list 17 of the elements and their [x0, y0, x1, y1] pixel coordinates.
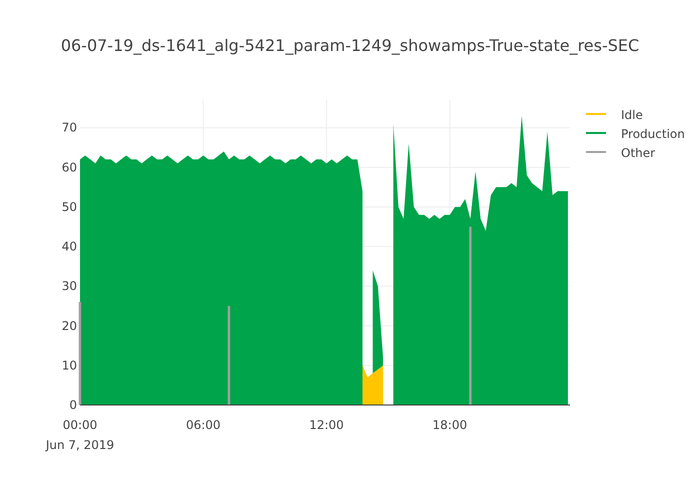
y-tick-label: 0 [69, 398, 77, 412]
y-tick-label: 70 [62, 120, 77, 135]
x-tick-label: 00:00 [62, 418, 98, 432]
legend-label[interactable]: Idle [621, 108, 643, 122]
legend-label[interactable]: Production [621, 127, 685, 141]
x-tick-label: 06:00 [186, 418, 221, 432]
y-tick-label: 30 [62, 279, 77, 294]
y-tick-label: 60 [62, 160, 77, 174]
y-tick-label: 20 [62, 318, 77, 333]
y-tick-label: 10 [62, 358, 77, 372]
date-label: Jun 7, 2019 [46, 438, 114, 452]
y-tick-label: 40 [62, 240, 77, 254]
chart-title: 06-07-19_ds-1641_alg-5421_param-1249_showamps-True-state_res-SEC [60, 36, 640, 55]
x-tick-label: 18:00 [432, 418, 468, 432]
y-tick-label: 50 [62, 200, 77, 214]
x-tick-label: 12:00 [309, 418, 344, 432]
legend-label[interactable]: Other [621, 146, 656, 160]
